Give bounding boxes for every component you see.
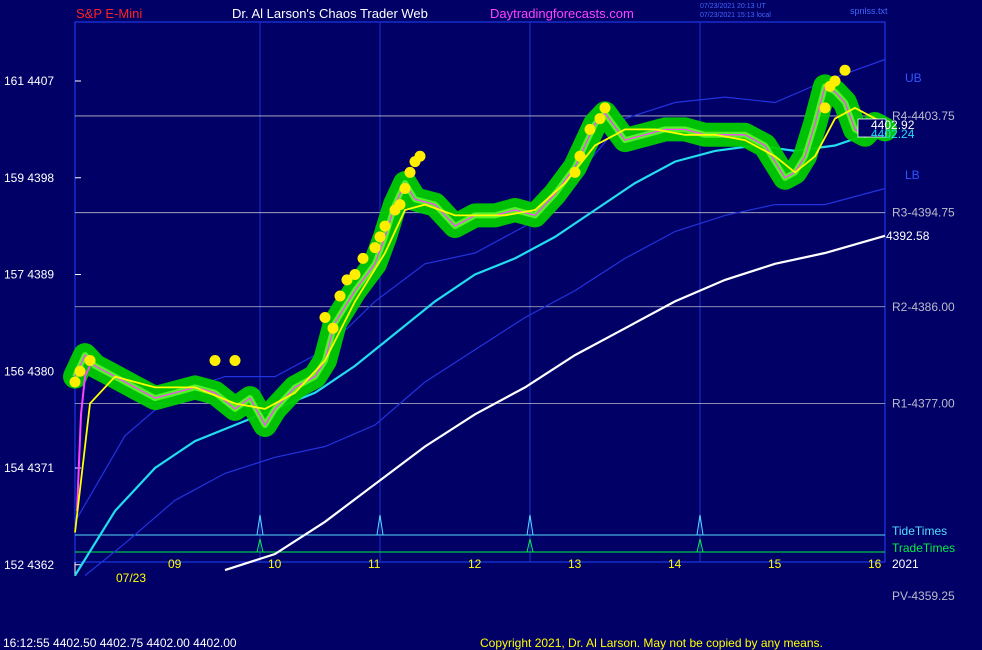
level-label: R1-4377.00 <box>892 397 955 411</box>
yellow-dot-marker <box>379 220 391 232</box>
yellow-dot-marker <box>84 355 96 366</box>
header-file: spnlss.txt <box>850 6 888 16</box>
chart: R4-4403.75R3-4394.75R2-4386.00R1-4377.00… <box>3 3 955 650</box>
y-tick-label: 154 4371 <box>4 461 54 475</box>
y-tick-label: 156 4380 <box>4 364 54 378</box>
plot-frame <box>74 21 886 563</box>
y-tick-label: 161 4407 <box>4 74 54 88</box>
yellow-dot-marker <box>357 252 369 264</box>
x-tick-label: 10 <box>268 557 282 571</box>
yellow-dot-marker <box>569 166 581 178</box>
header-time-ut: 07/23/2021 20:13 UT <box>700 3 766 10</box>
yellow-dot-marker <box>414 150 426 162</box>
yellow-dot-marker <box>334 290 346 302</box>
yellow-dot-marker <box>829 75 841 87</box>
yellow-dot-marker <box>349 269 361 280</box>
yellow-dot-marker <box>574 150 586 162</box>
yellow-dot-marker <box>327 322 339 334</box>
yellow-dot-marker <box>819 102 831 114</box>
x-tick-label: 12 <box>468 557 482 571</box>
trade-label: TradeTimes <box>892 541 955 555</box>
header-symbol: S&P E-Mini <box>76 6 142 21</box>
yellow-dot-marker <box>369 242 381 254</box>
yellow-dot-marker <box>584 123 596 135</box>
pivot-label: PV-4359.25 <box>892 589 955 603</box>
x-tick-label: 11 <box>368 557 381 571</box>
yellow-dot-marker <box>229 355 241 366</box>
yellow-dot-marker <box>404 166 416 178</box>
yellow-dot-marker <box>599 102 611 114</box>
series-yellow <box>74 106 886 533</box>
header-title: Dr. Al Larson's Chaos Trader Web <box>232 6 428 21</box>
yellow-dot-marker <box>394 199 406 211</box>
series-cyan <box>74 127 886 577</box>
series-layer <box>63 58 897 577</box>
footer-quote: 16:12:55 4402.50 4402.75 4402.00 4402.00 <box>3 636 237 650</box>
lower-band-label: LB <box>905 168 920 182</box>
level-label: R2-4386.00 <box>892 300 955 314</box>
series-upper-band <box>74 58 886 523</box>
yellow-dot-marker <box>594 113 606 125</box>
last-price-label: 4402.24 <box>871 127 915 141</box>
footer-copyright: Copyright 2021, Dr. Al Larson. May not b… <box>480 636 823 650</box>
yellow-dot-marker <box>399 183 411 194</box>
year-label: 2021 <box>892 557 919 571</box>
y-tick-label: 152 4362 <box>4 558 54 572</box>
tide-label: TideTimes <box>892 524 947 538</box>
yellow-dot-marker <box>319 312 331 323</box>
y-tick-label: 159 4398 <box>4 171 54 185</box>
level-label: R3-4394.75 <box>892 206 955 220</box>
series-price-halo <box>63 74 897 437</box>
x-tick-label: 13 <box>568 557 582 571</box>
yellow-dot-marker <box>74 365 86 377</box>
date-label: 07/23 <box>116 571 146 585</box>
x-tick-label: 09 <box>168 557 182 571</box>
header-site[interactable]: Daytradingforecasts.com <box>490 6 634 21</box>
header-time-local: 07/23/2021 15:13 local <box>700 12 771 19</box>
x-tick-label: 16 <box>868 557 882 571</box>
upper-band-label: UB <box>905 71 922 85</box>
x-tick-label: 15 <box>768 557 782 571</box>
yellow-dot-marker <box>209 355 221 366</box>
y-tick-label: 157 4389 <box>4 268 54 282</box>
yellow-dot-marker <box>69 376 81 388</box>
yellow-dot-marker <box>839 64 851 76</box>
series-white <box>224 234 886 572</box>
last-price-label: 4392.58 <box>886 229 930 243</box>
x-tick-label: 14 <box>668 557 682 571</box>
yellow-dot-marker <box>374 231 386 243</box>
